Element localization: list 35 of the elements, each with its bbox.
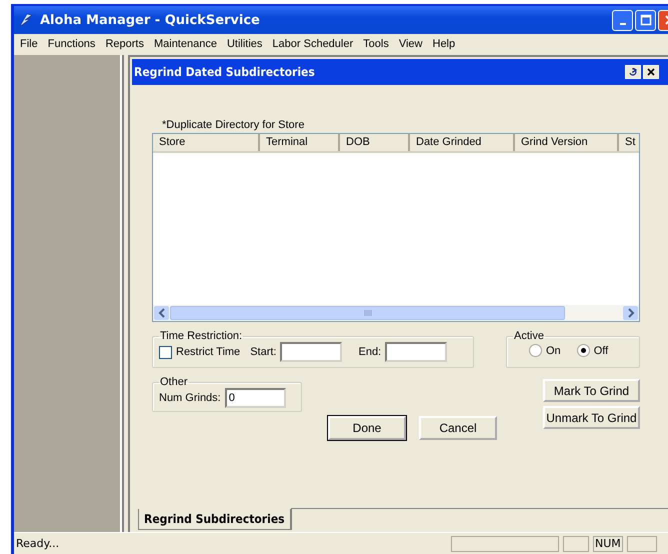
radio-label: Off [594,344,608,356]
group-label: Active [513,330,545,342]
field-label: End: [358,346,382,358]
list-label: *Duplicate Directory for Store [162,119,304,132]
menu-item[interactable]: File [16,38,44,50]
column-header[interactable]: St [619,134,639,151]
input-field[interactable]: 0 [224,388,286,408]
menu-item[interactable]: Labor Scheduler [268,38,360,50]
action-button[interactable]: Unmark To Grind [543,406,640,429]
menu-item[interactable]: Maintenance [150,38,223,50]
dialog-button[interactable]: Done [328,416,406,440]
menu-item[interactable]: Utilities [222,38,268,50]
menu-item[interactable]: Reports [101,38,150,50]
checkbox-label: Restrict Time [176,346,240,358]
menu-item[interactable]: View [394,38,428,50]
column-header[interactable]: Store [153,134,260,151]
action-button[interactable]: Mark To Grind [543,379,640,402]
window-title: Aloha Manager - QuickService [40,12,260,28]
field-label: Start: [250,346,276,358]
menu-item[interactable]: Tools [359,38,395,50]
status-indicator: NUM [593,536,623,552]
tab[interactable]: Regrind Subdirectories [138,509,291,530]
column-header[interactable]: Grind Version [515,134,619,151]
group-label: Time Restriction: [159,330,244,342]
status-text: Ready... [15,537,60,550]
column-header[interactable]: DOB [340,134,410,151]
column-header[interactable]: Date Grinded [410,134,515,151]
dialog-title: Regrind Dated Subdirectories [134,65,315,79]
column-header[interactable]: Terminal [260,134,340,151]
menu-item[interactable]: Functions [44,38,102,50]
radio-label: On [546,344,561,356]
field-label: Num Grinds: [159,392,221,404]
menu-item[interactable]: Help [428,38,462,50]
group-label: Other [159,376,189,388]
dialog-button[interactable]: Cancel [419,416,497,440]
